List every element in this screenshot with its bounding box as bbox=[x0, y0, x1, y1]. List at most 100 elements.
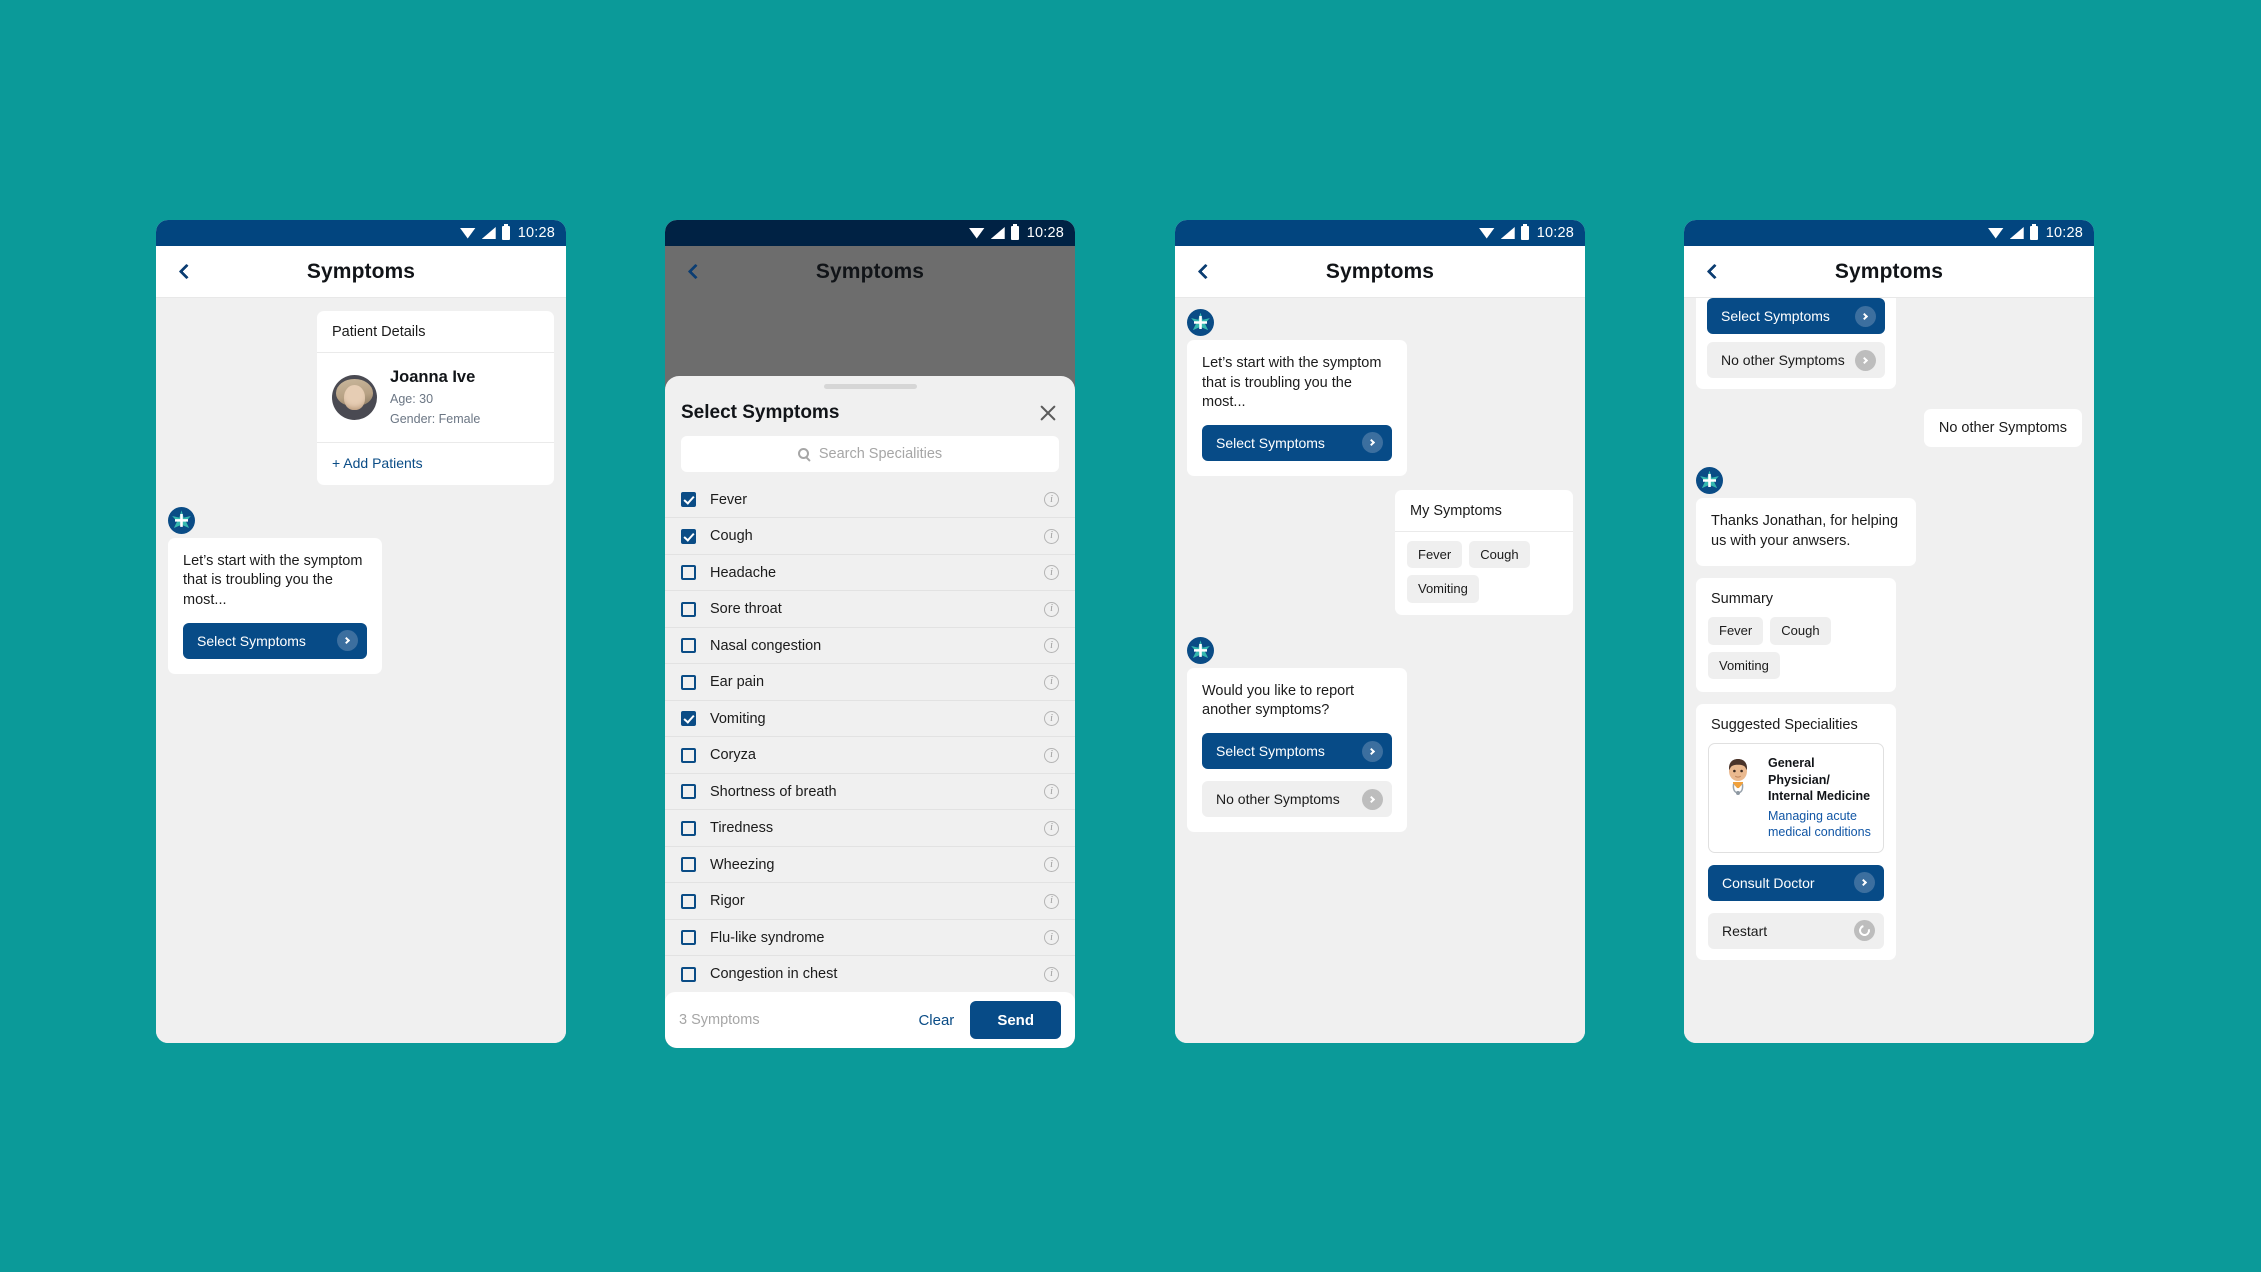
bot-message-text: Let’s start with the symptom that is tro… bbox=[183, 552, 363, 608]
wifi-icon bbox=[1478, 227, 1495, 239]
close-icon[interactable] bbox=[1037, 402, 1059, 424]
info-icon[interactable]: i bbox=[1044, 565, 1059, 581]
bot-avatar-icon bbox=[1187, 309, 1214, 336]
select-symptoms-label: Select Symptoms bbox=[197, 632, 306, 649]
info-icon[interactable]: i bbox=[1044, 966, 1059, 982]
info-icon[interactable]: i bbox=[1044, 747, 1059, 763]
symptom-row[interactable]: Wheezing i bbox=[665, 847, 1075, 884]
select-symptoms-button[interactable]: Select Symptoms bbox=[1202, 424, 1392, 461]
consult-doctor-button[interactable]: Consult Doctor bbox=[1708, 864, 1884, 901]
page-title: Symptoms bbox=[1325, 259, 1435, 283]
speciality-item[interactable]: General Physician/ Internal Medicine Man… bbox=[1708, 743, 1884, 853]
select-symptoms-button[interactable]: Select Symptoms bbox=[183, 622, 367, 659]
symptom-row[interactable]: Rigor i bbox=[665, 883, 1075, 920]
chevron-right-icon bbox=[1362, 788, 1383, 810]
symptom-row[interactable]: Cough i bbox=[665, 518, 1075, 555]
summary-chips: Fever Cough Vomiting bbox=[1708, 617, 1884, 680]
symptom-checkbox[interactable] bbox=[681, 893, 696, 909]
signal-icon bbox=[1500, 227, 1515, 239]
thanks-message-text: Thanks Jonathan, for helping us with you… bbox=[1711, 513, 1899, 549]
back-button[interactable] bbox=[1183, 250, 1227, 294]
symptom-label: Nasal congestion bbox=[710, 637, 822, 654]
select-symptoms-button[interactable]: Select Symptoms bbox=[1202, 733, 1392, 769]
symptom-row[interactable]: Fever i bbox=[665, 482, 1075, 519]
symptom-chip: Vomiting bbox=[1708, 651, 1780, 680]
info-icon[interactable]: i bbox=[1044, 857, 1059, 873]
back-button[interactable] bbox=[673, 250, 717, 294]
clear-button[interactable]: Clear bbox=[918, 1012, 954, 1029]
symptom-checkbox[interactable] bbox=[681, 820, 696, 836]
select-symptoms-sheet: Select Symptoms Search Specialities Feve… bbox=[665, 376, 1075, 1048]
symptom-checkbox[interactable] bbox=[681, 747, 696, 763]
symptom-label: Fever bbox=[710, 491, 748, 508]
status-bar: 10:28 bbox=[1684, 220, 2094, 246]
symptom-checkbox[interactable] bbox=[681, 528, 696, 544]
select-symptoms-label: Select Symptoms bbox=[1216, 434, 1325, 451]
symptom-row[interactable]: Tiredness i bbox=[665, 810, 1075, 847]
info-icon[interactable]: i bbox=[1044, 820, 1059, 836]
info-icon[interactable]: i bbox=[1044, 492, 1059, 508]
symptom-row[interactable]: Headache i bbox=[665, 555, 1075, 592]
no-other-symptoms-button[interactable]: No other Symptoms bbox=[1707, 342, 1885, 378]
suggested-specialities-card: Suggested Specialities General Physician… bbox=[1696, 704, 1896, 960]
symptom-row[interactable]: Flu-like syndrome i bbox=[665, 920, 1075, 957]
info-icon[interactable]: i bbox=[1044, 601, 1059, 617]
symptom-label: Wheezing bbox=[710, 856, 775, 873]
no-other-symptoms-button[interactable]: No other Symptoms bbox=[1202, 781, 1392, 817]
restart-button[interactable]: Restart bbox=[1708, 912, 1884, 949]
search-input[interactable]: Search Specialities bbox=[681, 435, 1059, 472]
symptom-row[interactable]: Congestion in chest i bbox=[665, 956, 1075, 992]
back-button[interactable] bbox=[1692, 250, 1736, 294]
sheet-header: Select Symptoms bbox=[665, 389, 1075, 436]
symptom-checkbox[interactable] bbox=[681, 601, 696, 617]
app-bar: Symptoms bbox=[1684, 246, 2094, 298]
symptom-checkbox[interactable] bbox=[681, 784, 696, 800]
user-message-row: My Symptoms Fever Cough Vomiting bbox=[1187, 489, 1573, 615]
info-icon[interactable]: i bbox=[1044, 784, 1059, 800]
symptom-checkbox[interactable] bbox=[681, 711, 696, 727]
symptom-checkbox[interactable] bbox=[681, 638, 696, 654]
symptom-row[interactable]: Vomiting i bbox=[665, 701, 1075, 738]
back-button[interactable] bbox=[164, 250, 208, 294]
symptom-label: Vomiting bbox=[710, 710, 766, 727]
symptom-label: Coryza bbox=[710, 747, 756, 764]
patient-details-card: Patient Details Joanna Ive Age: 30 Gende… bbox=[317, 311, 554, 485]
symptom-checkbox[interactable] bbox=[681, 930, 696, 946]
symptom-row[interactable]: Sore throat i bbox=[665, 591, 1075, 628]
info-icon[interactable]: i bbox=[1044, 674, 1059, 690]
info-icon[interactable]: i bbox=[1044, 711, 1059, 727]
bot-avatar-row bbox=[168, 506, 554, 534]
my-symptoms-chips: Fever Cough Vomiting bbox=[1395, 532, 1573, 615]
sheet-title: Select Symptoms bbox=[681, 401, 840, 423]
chevron-left-icon bbox=[178, 263, 194, 280]
symptom-list[interactable]: Fever i Cough i Headache i Sore throat i Nasal c… bbox=[665, 482, 1075, 992]
symptom-row[interactable]: Ear pain i bbox=[665, 664, 1075, 701]
symptom-checkbox[interactable] bbox=[681, 966, 696, 982]
selected-count: 3 Symptoms bbox=[679, 1012, 760, 1028]
symptom-row[interactable]: Shortness of breath i bbox=[665, 774, 1075, 811]
sheet-footer: 3 Symptoms Clear Send bbox=[665, 992, 1075, 1048]
symptom-checkbox[interactable] bbox=[681, 857, 696, 873]
search-placeholder: Search Specialities bbox=[818, 445, 943, 462]
battery-icon bbox=[2029, 224, 2038, 240]
info-icon[interactable]: i bbox=[1044, 930, 1059, 946]
select-symptoms-label: Select Symptoms bbox=[1216, 743, 1325, 759]
symptom-row[interactable]: Nasal congestion i bbox=[665, 628, 1075, 665]
summary-header: Summary bbox=[1711, 591, 1774, 608]
symptom-checkbox[interactable] bbox=[681, 674, 696, 690]
bot-message-text: Let’s start with the symptom that is tro… bbox=[1202, 355, 1382, 411]
symptom-checkbox[interactable] bbox=[681, 492, 696, 508]
app-bar: Symptoms bbox=[665, 246, 1075, 298]
add-patients-link[interactable]: + Add Patients bbox=[332, 455, 423, 471]
symptom-checkbox[interactable] bbox=[681, 565, 696, 581]
info-icon[interactable]: i bbox=[1044, 638, 1059, 654]
symptom-row[interactable]: Coryza i bbox=[665, 737, 1075, 774]
my-symptoms-header: My Symptoms bbox=[1395, 490, 1573, 532]
select-symptoms-button[interactable]: Select Symptoms bbox=[1707, 298, 1885, 334]
restart-label: Restart bbox=[1722, 922, 1768, 939]
patient-row: Joanna Ive Age: 30 Gender: Female bbox=[317, 353, 554, 443]
info-icon[interactable]: i bbox=[1044, 528, 1059, 544]
send-button[interactable]: Send bbox=[970, 1001, 1061, 1039]
info-icon[interactable]: i bbox=[1044, 893, 1059, 909]
symptom-chip: Fever bbox=[1708, 617, 1764, 645]
